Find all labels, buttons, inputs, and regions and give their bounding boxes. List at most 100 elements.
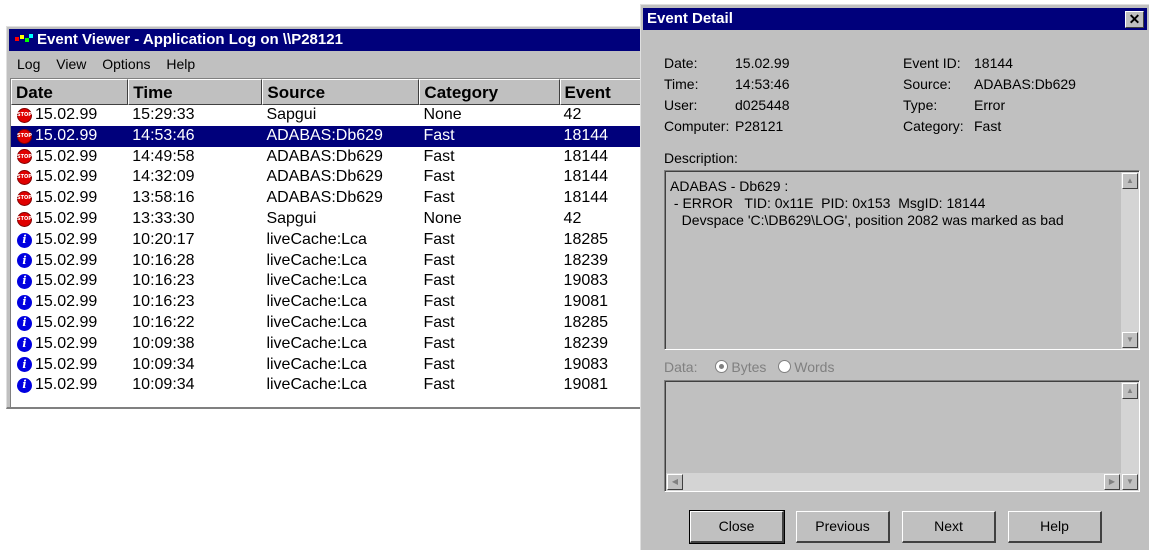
table-row[interactable]: i 15.02.99 10:09:34 liveCache:Lca Fast 19081 <box>11 375 647 396</box>
event-list[interactable]: Date Time Source Category Event STOP 15.0… <box>10 78 647 407</box>
close-button[interactable]: Close <box>689 510 785 544</box>
cell-category: Fast <box>423 293 455 311</box>
table-row[interactable]: i 15.02.99 10:16:22 liveCache:Lca Fast 18285 <box>11 313 647 334</box>
data-horizontal-scrollbar[interactable]: ◀ ▶ <box>666 473 1121 491</box>
close-icon[interactable]: ✕ <box>1125 11 1144 28</box>
table-row[interactable]: STOP 15.02.99 15:29:33 Sapgui None 42 <box>11 105 647 126</box>
cell-date-text: 15.02.99 <box>35 272 98 290</box>
cell-event: 18239 <box>563 334 609 352</box>
cell-date-text: 15.02.99 <box>35 126 98 144</box>
event-viewer-app-icon <box>15 33 35 45</box>
menu-log[interactable]: Log <box>17 56 40 72</box>
event-id-value: 18144 <box>974 55 1013 71</box>
cell-event: 19083 <box>563 272 609 290</box>
table-row[interactable]: STOP 15.02.99 14:49:58 ADABAS:Db629 Fast 1814… <box>11 147 647 168</box>
column-header-time[interactable]: Time <box>128 79 263 105</box>
cell-date-text: 15.02.99 <box>35 376 98 394</box>
scroll-up-icon[interactable]: ▲ <box>1122 173 1138 189</box>
description-scrollbar[interactable]: ▲ ▼ <box>1121 172 1139 349</box>
cell-event: 19083 <box>563 355 609 373</box>
table-row[interactable]: i 15.02.99 10:16:28 liveCache:Lca Fast 18239 <box>11 251 647 272</box>
scroll-down-icon[interactable]: ▼ <box>1122 332 1138 348</box>
scroll-left-icon[interactable]: ◀ <box>667 474 683 490</box>
cell-event: 18144 <box>563 147 609 165</box>
bytes-radio[interactable]: Bytes <box>715 359 766 375</box>
words-radio-label: Words <box>794 359 835 375</box>
cell-date: i 15.02.99 <box>11 355 128 376</box>
cell-source: Sapgui <box>266 209 317 227</box>
time-label: Time: <box>664 76 699 92</box>
next-button[interactable]: Next <box>902 511 996 543</box>
cell-date: STOP 15.02.99 <box>11 147 128 168</box>
event-viewer-window: Event Viewer - Application Log on \\P281… <box>6 26 649 409</box>
menu-help[interactable]: Help <box>166 56 195 72</box>
cell-category: Fast <box>423 126 455 144</box>
computer-value: P28121 <box>735 118 784 134</box>
bytes-radio-label: Bytes <box>731 359 767 375</box>
cell-source: liveCache:Lca <box>266 376 367 394</box>
radio-selected-icon <box>715 360 729 373</box>
cell-time: 10:16:22 <box>132 313 195 331</box>
cell-category: Fast <box>423 355 455 373</box>
radio-unselected-icon <box>778 360 792 373</box>
info-icon: i <box>17 274 32 290</box>
column-header-category[interactable]: Category <box>419 79 560 105</box>
event-detail-titlebar[interactable]: Event Detail ✕ <box>643 8 1147 30</box>
cell-date-text: 15.02.99 <box>35 334 98 352</box>
help-button[interactable]: Help <box>1008 511 1102 543</box>
menu-view[interactable]: View <box>56 56 86 72</box>
stop-icon: STOP <box>17 149 32 165</box>
table-row[interactable]: i 15.02.99 10:09:34 liveCache:Lca Fast 19083 <box>11 355 647 376</box>
words-radio[interactable]: Words <box>778 359 834 375</box>
menu-options[interactable]: Options <box>102 56 150 72</box>
table-row[interactable]: i 15.02.99 10:09:38 liveCache:Lca Fast 18239 <box>11 334 647 355</box>
table-row[interactable]: STOP 15.02.99 14:32:09 ADABAS:Db629 Fast 1814… <box>11 167 647 188</box>
stop-icon: STOP <box>17 128 32 144</box>
scroll-down-icon[interactable]: ▼ <box>1122 474 1138 490</box>
cell-time: 14:53:46 <box>132 126 195 144</box>
table-row[interactable]: i 15.02.99 10:16:23 liveCache:Lca Fast 19081 <box>11 292 647 313</box>
scroll-right-icon[interactable]: ▶ <box>1104 474 1120 490</box>
cell-source: liveCache:Lca <box>266 230 367 248</box>
cell-date: i 15.02.99 <box>11 230 128 251</box>
cell-date-text: 15.02.99 <box>35 106 98 123</box>
event-rows: STOP 15.02.99 15:29:33 Sapgui None 42 STOP 15.0… <box>11 105 647 396</box>
cell-category: Fast <box>423 147 455 165</box>
column-header-date[interactable]: Date <box>11 79 129 105</box>
cell-time: 10:16:28 <box>132 251 195 269</box>
cell-date: i 15.02.99 <box>11 313 128 334</box>
cell-date-text: 15.02.99 <box>35 147 98 165</box>
cell-event: 18239 <box>563 251 609 269</box>
data-vertical-scrollbar[interactable]: ▲ ▼ <box>1121 382 1139 491</box>
info-icon: i <box>17 315 32 331</box>
event-viewer-titlebar[interactable]: Event Viewer - Application Log on \\P281… <box>9 29 647 51</box>
description-box[interactable]: ADABAS - Db629 : - ERROR TID: 0x11E PID:… <box>664 170 1140 350</box>
computer-label: Computer: <box>664 118 730 134</box>
cell-source: liveCache:Lca <box>266 313 367 331</box>
date-value: 15.02.99 <box>735 55 790 71</box>
cell-event: 18144 <box>563 189 609 207</box>
data-box[interactable]: ▲ ▼ ◀ ▶ <box>664 380 1140 492</box>
cell-date-text: 15.02.99 <box>35 251 98 269</box>
stop-icon: STOP <box>17 211 32 227</box>
table-row[interactable]: i 15.02.99 10:16:23 liveCache:Lca Fast 19083 <box>11 271 647 292</box>
table-row[interactable]: STOP 15.02.99 14:53:46 ADABAS:Db629 Fast 1814… <box>11 125 647 147</box>
info-icon: i <box>17 253 32 269</box>
cell-event: 19081 <box>563 376 609 394</box>
info-icon: i <box>17 232 32 248</box>
cell-source: ADABAS:Db629 <box>266 147 383 165</box>
menu-bar: Log View Options Help <box>9 53 647 75</box>
cell-category: None <box>423 106 462 123</box>
cell-date: STOP 15.02.99 <box>11 188 128 209</box>
table-row[interactable]: STOP 15.02.99 13:33:30 Sapgui None 42 <box>11 209 647 230</box>
event-viewer-title: Event Viewer - Application Log on \\P281… <box>37 31 343 48</box>
table-row[interactable]: STOP 15.02.99 13:58:16 ADABAS:Db629 Fast 1814… <box>11 188 647 209</box>
cell-time: 10:20:17 <box>132 230 195 248</box>
user-value: d025448 <box>735 97 790 113</box>
column-header-source[interactable]: Source <box>262 79 420 105</box>
table-row[interactable]: i 15.02.99 10:20:17 liveCache:Lca Fast 18285 <box>11 230 647 251</box>
scroll-up-icon[interactable]: ▲ <box>1122 383 1138 399</box>
column-header-event[interactable]: Event <box>559 79 647 105</box>
previous-button[interactable]: Previous <box>796 511 890 543</box>
cell-event: 18144 <box>563 126 609 144</box>
